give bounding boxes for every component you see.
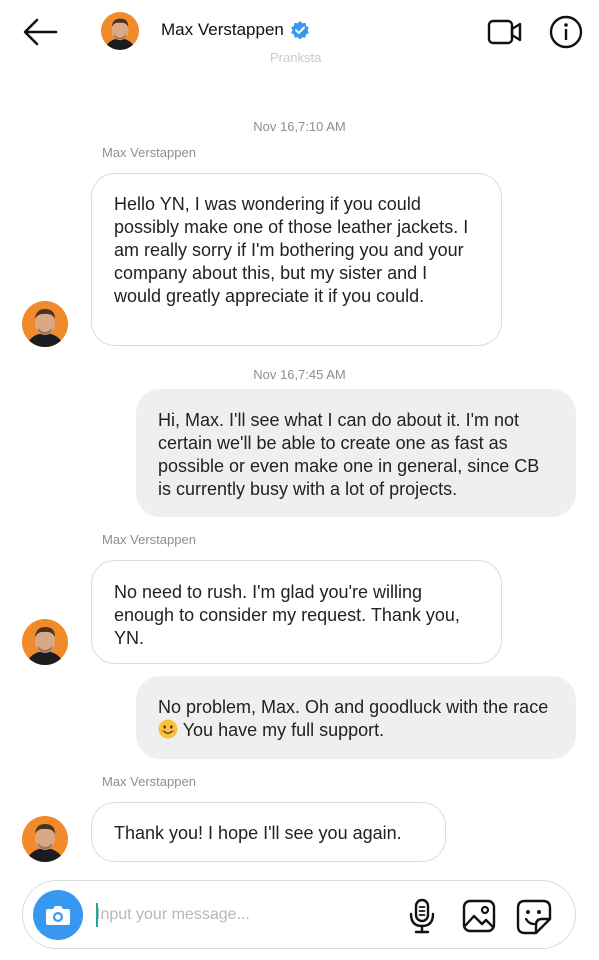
smiling-face-emoji-icon (158, 719, 178, 739)
timestamp: Nov 16,7:45 AM (253, 367, 346, 382)
message-text: No problem, Max. Oh and goodluck with th… (158, 697, 549, 740)
sender-name: Max Verstappen (102, 532, 196, 547)
camera-button[interactable] (33, 890, 83, 940)
microphone-icon[interactable] (407, 898, 437, 934)
contact-name[interactable]: Max Verstappen (161, 20, 284, 40)
incoming-message[interactable]: Thank you! I hope I'll see you again. (91, 802, 446, 862)
message-text: Hi, Max. I'll see what I can do about it… (158, 410, 540, 499)
message-text: Hello YN, I was wondering if you could p… (114, 194, 469, 306)
message-text: Thank you! I hope I'll see you again. (114, 823, 402, 843)
outgoing-message[interactable]: No problem, Max. Oh and goodluck with th… (136, 676, 576, 759)
message-input[interactable] (96, 901, 396, 929)
sender-name: Max Verstappen (102, 145, 196, 160)
sticker-icon[interactable] (516, 899, 552, 935)
avatar[interactable] (22, 301, 68, 347)
avatar[interactable] (22, 619, 68, 665)
image-icon[interactable] (462, 899, 496, 933)
message-composer (22, 880, 576, 949)
info-icon[interactable] (549, 15, 583, 49)
text-cursor (96, 903, 98, 927)
video-camera-icon[interactable] (487, 18, 523, 46)
timestamp: Nov 16,7:10 AM (253, 119, 346, 134)
message-text: No need to rush. I'm glad you're willing… (114, 582, 460, 648)
back-arrow-icon[interactable] (20, 14, 60, 50)
outgoing-message[interactable]: Hi, Max. I'll see what I can do about it… (136, 389, 576, 517)
avatar[interactable] (22, 816, 68, 862)
chat-header: Max Verstappen Pranksta (0, 0, 599, 80)
camera-icon (46, 906, 70, 925)
sender-name: Max Verstappen (102, 774, 196, 789)
incoming-message[interactable]: Hello YN, I was wondering if you could p… (91, 173, 502, 346)
incoming-message[interactable]: No need to rush. I'm glad you're willing… (91, 560, 502, 664)
avatar[interactable] (101, 12, 139, 50)
verified-badge-icon (291, 21, 309, 40)
